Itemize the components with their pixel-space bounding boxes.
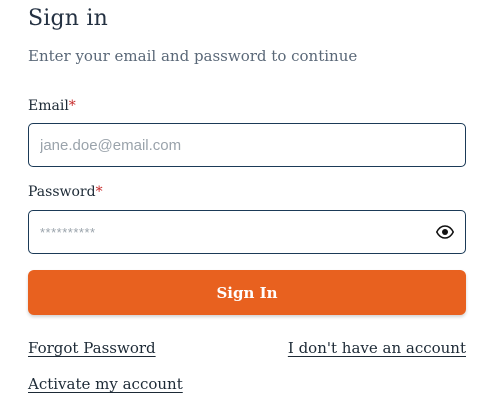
page-title: Sign in (28, 6, 108, 31)
eye-icon[interactable] (435, 223, 455, 241)
email-label-text: Email (28, 98, 69, 114)
password-label-text: Password (28, 184, 96, 200)
sign-in-button[interactable]: Sign In (28, 270, 466, 315)
page-subtitle: Enter your email and password to continu… (28, 47, 358, 65)
forgot-password-link[interactable]: Forgot Password (28, 339, 156, 357)
password-field[interactable] (29, 211, 465, 253)
required-marker: * (68, 98, 76, 114)
no-account-link[interactable]: I don't have an account (288, 339, 466, 357)
required-marker: * (95, 184, 103, 200)
password-label: Password* (28, 184, 103, 200)
email-field[interactable] (29, 124, 465, 166)
password-field-box (28, 210, 466, 254)
activate-account-link[interactable]: Activate my account (28, 375, 183, 393)
email-field-box (28, 123, 466, 167)
email-label: Email* (28, 98, 76, 114)
sign-in-page: Sign in Enter your email and password to… (0, 0, 486, 420)
